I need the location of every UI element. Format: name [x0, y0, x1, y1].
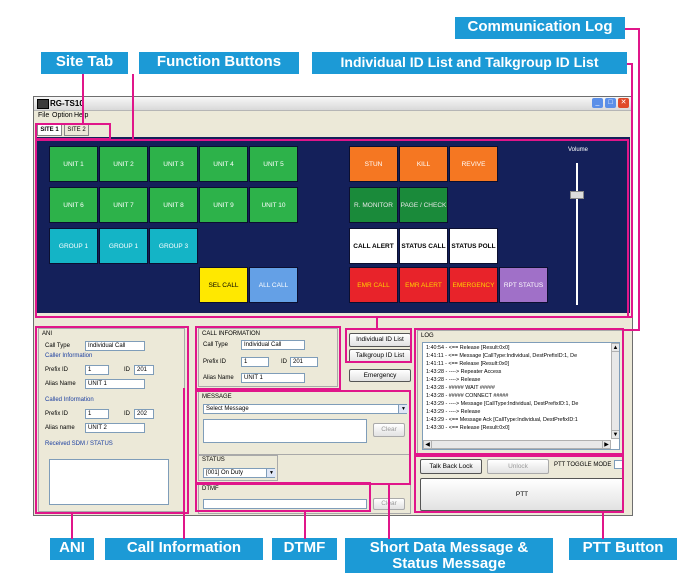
callout-short-data-line2: Status Message	[392, 555, 506, 572]
callout-id-lists: Individual ID List and Talkgroup ID List	[312, 52, 627, 74]
connector-id-lists-v2	[376, 316, 378, 330]
highlight-short-data	[195, 390, 411, 485]
connector-function-buttons	[132, 74, 134, 140]
highlight-id-lists	[345, 328, 412, 363]
highlight-call-information	[195, 326, 341, 390]
callout-function-buttons: Function Buttons	[139, 52, 299, 74]
window-title: RG-TS10	[50, 99, 84, 108]
callout-communication-log: Communication Log	[455, 17, 625, 39]
app-icon	[37, 99, 49, 109]
connector-id-lists-v	[631, 63, 633, 318]
callout-short-data-message: Short Data Message & Status Message	[345, 538, 553, 573]
callout-short-data-line1: Short Data Message &	[369, 539, 529, 556]
title-bar: RG-TS10 _ □ ✕	[34, 97, 632, 111]
connector-dtmf	[304, 510, 306, 539]
callout-ani: ANI	[50, 538, 94, 560]
connector-site-tab	[82, 74, 84, 124]
highlight-ptt	[414, 455, 624, 513]
minimize-button[interactable]: _	[592, 98, 603, 108]
connector-call-information	[183, 388, 185, 539]
connector-comm-log-v	[638, 28, 640, 331]
highlight-function-buttons	[35, 139, 629, 318]
connector-comm-log-h	[625, 28, 639, 30]
callout-ptt-button: PTT Button	[569, 538, 677, 560]
maximize-button[interactable]: □	[605, 98, 616, 108]
highlight-site-tab	[35, 123, 111, 140]
highlight-dtmf	[195, 482, 371, 512]
menu-bar: File Option Help	[34, 111, 632, 122]
callout-site-tab: Site Tab	[41, 52, 128, 74]
menu-file[interactable]: File	[38, 112, 49, 119]
emergency-button[interactable]: Emergency	[349, 369, 411, 382]
connector-comm-log-h2	[622, 329, 640, 331]
connector-id-lists-h2	[376, 316, 633, 318]
callout-call-information: Call Information	[105, 538, 263, 560]
close-button[interactable]: ✕	[618, 98, 629, 108]
callout-dtmf: DTMF	[272, 538, 337, 560]
connector-ani	[71, 512, 73, 539]
menu-option[interactable]: Option	[52, 112, 73, 119]
highlight-communication-log	[414, 328, 624, 455]
highlight-ani	[35, 326, 189, 514]
connector-ptt	[602, 511, 604, 539]
connector-short-data	[388, 483, 390, 539]
